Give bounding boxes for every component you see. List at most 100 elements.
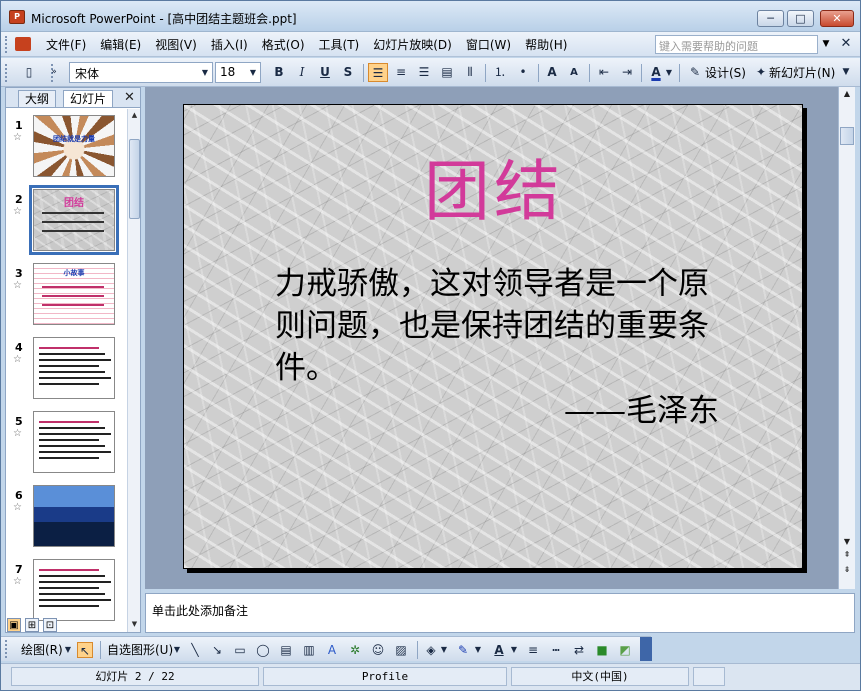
document-close-icon[interactable]: ✕ [839,36,853,52]
scrollbar-thumb[interactable] [840,127,854,145]
new-slide-button[interactable]: 新幻灯片(N) [769,64,835,82]
tab-outline[interactable]: 大纲 [18,90,57,107]
toolbar-grip[interactable] [5,64,9,82]
menu-window[interactable]: 窗口(W) [459,37,518,53]
decrease-font-icon[interactable]: A [564,63,584,82]
increase-indent-icon[interactable]: ⇥ [617,63,637,82]
next-slide-icon[interactable]: ⇟ [840,563,854,576]
slide-thumbnail-row[interactable]: 4 ☆ [6,335,126,405]
scroll-down-icon[interactable]: ▼ [840,535,854,548]
font-size-select[interactable]: 18 ▼ [215,62,261,83]
chevron-down-icon[interactable]: ▼ [247,65,259,80]
slide-title[interactable]: 团结 [184,138,804,234]
transition-star-icon[interactable]: ☆ [13,280,22,291]
slide-scrollbar[interactable]: ▲ ▼ ⇞ ⇟ [838,87,855,589]
maximize-button[interactable]: □ [787,10,814,27]
increase-font-icon[interactable]: A [542,63,562,82]
slide-thumbnail-row[interactable]: 6 ☆ [6,483,126,553]
bold-button[interactable]: B [269,63,289,82]
slide-author[interactable]: ——毛泽东 [564,385,719,430]
slide-sorter-icon[interactable]: ⊞ [25,618,39,632]
font-color-icon[interactable]: A [646,63,666,82]
slide-thumbnail[interactable] [33,337,115,399]
menu-view[interactable]: 视图(V) [148,37,204,53]
transition-star-icon[interactable]: ☆ [13,576,22,587]
chevron-down-icon[interactable]: ▼ [439,642,449,658]
slideshow-view-icon[interactable]: ⊡ [43,618,57,632]
new-slide-icon[interactable]: ✦ [751,63,771,82]
font-color-icon[interactable]: A [491,642,507,658]
slide-thumbnail[interactable] [33,411,115,473]
transition-star-icon[interactable]: ☆ [13,428,22,439]
normal-view-icon[interactable]: ▣ [7,618,21,632]
minimize-button[interactable]: ─ [757,10,784,27]
picture-icon[interactable]: ▨ [393,642,409,658]
line-style-icon[interactable]: ≡ [525,642,541,658]
shadow-button[interactable]: S [338,63,358,82]
shadow-style-icon[interactable]: ■ [594,642,610,658]
notes-pane[interactable]: 单击此处添加备注 [145,593,855,633]
help-dropdown-icon[interactable]: ▼ [819,35,833,54]
previous-slide-icon[interactable]: ⇞ [840,548,854,561]
menu-file[interactable]: 文件(F) [39,37,93,53]
chevron-down-icon[interactable]: ▼ [199,65,211,80]
thumbnail-scrollbar[interactable]: ▲ ▼ [127,109,140,632]
design-button[interactable]: 设计(S) [705,64,746,82]
slide-thumbnail-row[interactable]: 5 ☆ [6,409,126,479]
distribute-icon[interactable]: ▤ [437,63,457,82]
scroll-up-icon[interactable]: ▲ [840,87,854,100]
current-slide[interactable]: 团结 力戒骄傲，这对领导者是一个原则问题，也是保持团结的重要条件。 ——毛泽东 [183,104,803,569]
tab-slides[interactable]: 幻灯片 [63,90,114,107]
clipart-icon[interactable]: ☺ [370,642,386,658]
menu-help[interactable]: 帮助(H) [518,37,574,53]
textbox-icon[interactable]: ▤ [278,642,294,658]
new-document-icon[interactable]: ▯ [19,63,39,82]
transition-star-icon[interactable]: ☆ [13,354,22,365]
3d-style-icon[interactable]: ◩ [617,642,633,658]
slide-thumbnail-row[interactable]: 2 ☆ 团结 [6,185,126,257]
transition-star-icon[interactable]: ☆ [13,132,22,143]
toolbar-grip[interactable] [5,640,9,658]
slide-thumbnail[interactable] [33,559,115,621]
diagram-icon[interactable]: ✲ [347,642,363,658]
close-pane-icon[interactable]: ✕ [124,90,135,105]
slide-thumbnail-row[interactable]: 3 ☆ 小故事 [6,261,126,331]
toolbar-options-icon[interactable]: » [47,63,61,82]
fill-color-icon[interactable]: ◈ [423,642,439,658]
chevron-down-icon[interactable]: ▼ [509,642,519,658]
numbering-icon[interactable]: ⒈ [490,63,510,82]
decrease-indent-icon[interactable]: ⇤ [594,63,614,82]
chevron-down-icon[interactable]: ▼ [473,642,483,658]
oval-icon[interactable]: ◯ [255,642,271,658]
align-center-icon[interactable]: ≡ [391,63,411,82]
draw-menu-button[interactable]: 绘图(R) [21,642,63,658]
arrow-style-icon[interactable]: ⇄ [571,642,587,658]
menu-edit[interactable]: 编辑(E) [93,37,148,53]
arrow-icon[interactable]: ↘ [209,642,225,658]
menu-format[interactable]: 格式(O) [255,37,312,53]
vertical-textbox-icon[interactable]: ▥ [301,642,317,658]
line-icon[interactable]: ╲ [187,642,203,658]
document-icon[interactable] [15,37,31,51]
chevron-down-icon[interactable]: ▼ [664,63,674,82]
slide-thumbnail[interactable] [33,485,115,547]
line-color-icon[interactable]: ✎ [455,642,471,658]
powerpoint-app-icon[interactable]: P [9,10,25,24]
slide-body-text[interactable]: 力戒骄傲，这对领导者是一个原则问题，也是保持团结的重要条件。 [275,263,735,389]
menu-slideshow[interactable]: 幻灯片放映(D) [366,37,459,53]
select-pointer-icon[interactable]: ↖ [77,642,93,658]
autoshapes-button[interactable]: 自选图形(U) [107,642,173,658]
transition-star-icon[interactable]: ☆ [13,502,22,513]
design-icon[interactable]: ✎ [685,63,705,82]
underline-button[interactable]: U [315,63,335,82]
bullets-icon[interactable]: • [513,63,533,82]
menu-tools[interactable]: 工具(T) [312,37,367,53]
slide-thumbnail[interactable]: 团结 [29,185,119,255]
font-name-select[interactable]: 宋体 ▼ [69,62,213,83]
slide-thumbnail-row[interactable]: 1 ☆ 团结就是力量 [6,113,126,183]
align-right-icon[interactable]: ☰ [414,63,434,82]
toolbar-options-icon[interactable]: ▼ [839,63,853,82]
italic-button[interactable]: I [292,63,312,82]
align-left-icon[interactable]: ☰ [368,63,388,82]
help-search-input[interactable]: 键入需要帮助的问题 [655,35,818,54]
